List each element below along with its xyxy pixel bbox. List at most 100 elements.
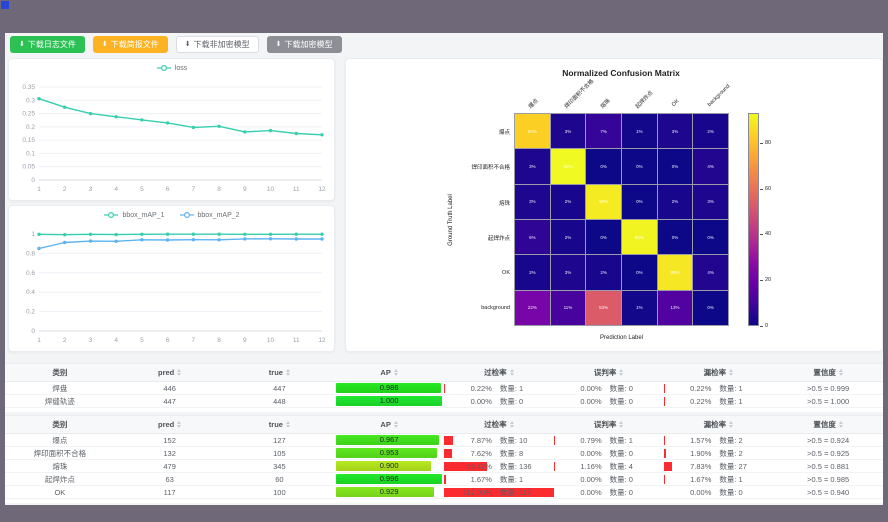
rate-bar	[664, 397, 665, 406]
column-header-mis[interactable]: 误判率	[554, 416, 664, 433]
sort-caret-icon[interactable]	[839, 421, 843, 428]
column-header-conf[interactable]: 置信度	[773, 364, 883, 381]
sort-desc-icon	[729, 373, 733, 376]
misjudge-rate-cell: 0.00%数量: 0	[554, 395, 664, 407]
colorbar-tick-mark	[760, 189, 763, 190]
sort-caret-icon[interactable]	[177, 421, 181, 428]
cm-cell: 3%	[551, 255, 586, 289]
ap-bar-track: 0.967	[336, 435, 442, 445]
column-header-over[interactable]: 过检率	[444, 364, 554, 381]
ap-cell: 0.953	[334, 447, 444, 459]
loss-chart-card: loss 00.050.10.150.20.250.30.35123456789…	[8, 58, 335, 201]
column-header-conf[interactable]: 置信度	[773, 416, 883, 433]
column-header-class: 类别	[5, 364, 115, 381]
svg-text:7: 7	[192, 337, 196, 344]
sort-caret-icon[interactable]	[619, 369, 623, 376]
rate-count: 数量: 1	[719, 396, 765, 407]
sort-caret-icon[interactable]	[510, 421, 514, 428]
rate-count: 数量: 27	[719, 461, 765, 472]
sort-caret-icon[interactable]	[286, 369, 290, 376]
sort-caret-icon[interactable]	[394, 369, 398, 376]
pred-cell: 132	[115, 447, 225, 459]
svg-text:0.15: 0.15	[22, 137, 35, 144]
sort-caret-icon[interactable]	[177, 369, 181, 376]
true-cell: 345	[225, 460, 335, 472]
download-plain-model-button[interactable]: ⬇下载非加密模型	[176, 36, 259, 53]
column-header-label: 置信度	[813, 367, 836, 378]
sort-caret-icon[interactable]	[286, 421, 290, 428]
column-header-pred[interactable]: pred	[115, 364, 225, 381]
cm-cell-value: 84%	[528, 129, 537, 134]
sort-caret-icon[interactable]	[839, 369, 843, 376]
cm-cell: 0%	[586, 149, 621, 183]
download-report-button[interactable]: ⬇下载简报文件	[93, 36, 168, 53]
column-header-miss[interactable]: 漏检率	[664, 364, 774, 381]
ap-cell: 0.986	[334, 382, 444, 394]
confusion-matrix-title: Normalized Confusion Matrix	[481, 68, 761, 78]
legend-marker-icon	[103, 211, 119, 219]
cm-cell-value: 0%	[600, 235, 607, 240]
legend-label: bbox_mAP_2	[198, 212, 240, 219]
download-encrypted-model-button[interactable]: ⬇下载加密模型	[267, 36, 342, 53]
download-log-button[interactable]: ⬇下载日志文件	[10, 36, 85, 53]
legend-item-bbox_mAP_2[interactable]: bbox_mAP_2	[179, 211, 240, 219]
legend-item-bbox_mAP_1[interactable]: bbox_mAP_1	[103, 211, 164, 219]
ap-bar-track: 0.986	[336, 383, 442, 393]
svg-text:3: 3	[89, 337, 93, 344]
column-header-label: AP	[380, 368, 390, 377]
column-header-ap[interactable]: AP	[334, 364, 444, 381]
cm-cell: 0%	[622, 255, 657, 289]
column-header-true[interactable]: true	[225, 416, 335, 433]
cm-cell: 2%	[693, 114, 728, 148]
cm-cell-value: 1%	[636, 129, 643, 134]
cm-cell-value: 90%	[599, 199, 608, 204]
sort-caret-icon[interactable]	[510, 369, 514, 376]
legend-label: loss	[175, 65, 187, 72]
column-header-over[interactable]: 过检率	[444, 416, 554, 433]
ap-value: 0.953	[336, 448, 442, 458]
column-header-pred[interactable]: pred	[115, 416, 225, 433]
cm-row-label: 爆点	[466, 128, 510, 136]
sort-asc-icon	[177, 421, 181, 424]
cm-column-label: OK	[671, 98, 681, 108]
sort-caret-icon[interactable]	[394, 421, 398, 428]
rate-value: 1.67%	[452, 475, 492, 484]
column-header-true[interactable]: true	[225, 364, 335, 381]
class-cell: 熔珠	[5, 460, 115, 472]
rate-count: 数量: 0	[719, 487, 765, 498]
sort-desc-icon	[619, 373, 623, 376]
sort-caret-icon[interactable]	[729, 369, 733, 376]
sort-caret-icon[interactable]	[619, 421, 623, 428]
cm-cell: 2%	[515, 255, 550, 289]
cm-cell: 4%	[693, 149, 728, 183]
rate-bar	[444, 475, 446, 484]
sort-asc-icon	[510, 369, 514, 372]
table-row: OK1171000.929117.00%数量: 1170.00%数量: 00.0…	[5, 486, 883, 499]
cm-cell: 0%	[658, 149, 693, 183]
column-header-miss[interactable]: 漏检率	[664, 416, 774, 433]
sort-asc-icon	[286, 369, 290, 372]
svg-text:9: 9	[243, 186, 247, 193]
cm-cell: 3%	[515, 185, 550, 219]
sort-asc-icon	[286, 421, 290, 424]
colorbar-tick-label: 0	[765, 323, 768, 329]
column-header-mis[interactable]: 误判率	[554, 364, 664, 381]
cm-cell-value: 4%	[707, 164, 714, 169]
colorbar-tick-mark	[760, 326, 763, 327]
legend-item-loss[interactable]: loss	[156, 64, 187, 72]
sort-asc-icon	[619, 369, 623, 372]
svg-text:0: 0	[31, 177, 35, 184]
cm-cell-value: 2%	[672, 199, 679, 204]
svg-text:12: 12	[318, 337, 326, 344]
toolbar: ⬇下载日志文件 ⬇下载简报文件 ⬇下载非加密模型 ⬇下载加密模型	[10, 36, 342, 53]
rate-count: 数量: 2	[719, 435, 765, 446]
ap-cell: 1.000	[334, 395, 444, 407]
column-header-label: 误判率	[594, 367, 617, 378]
colorbar-tick-label: 60	[765, 186, 771, 192]
sort-caret-icon[interactable]	[729, 421, 733, 428]
miss-rate-cell: 1.57%数量: 2	[664, 434, 774, 446]
rate-count: 数量: 0	[610, 396, 656, 407]
sort-desc-icon	[729, 425, 733, 428]
column-header-ap[interactable]: AP	[334, 416, 444, 433]
confidence-cell: >0.5 = 0.924	[773, 434, 883, 446]
